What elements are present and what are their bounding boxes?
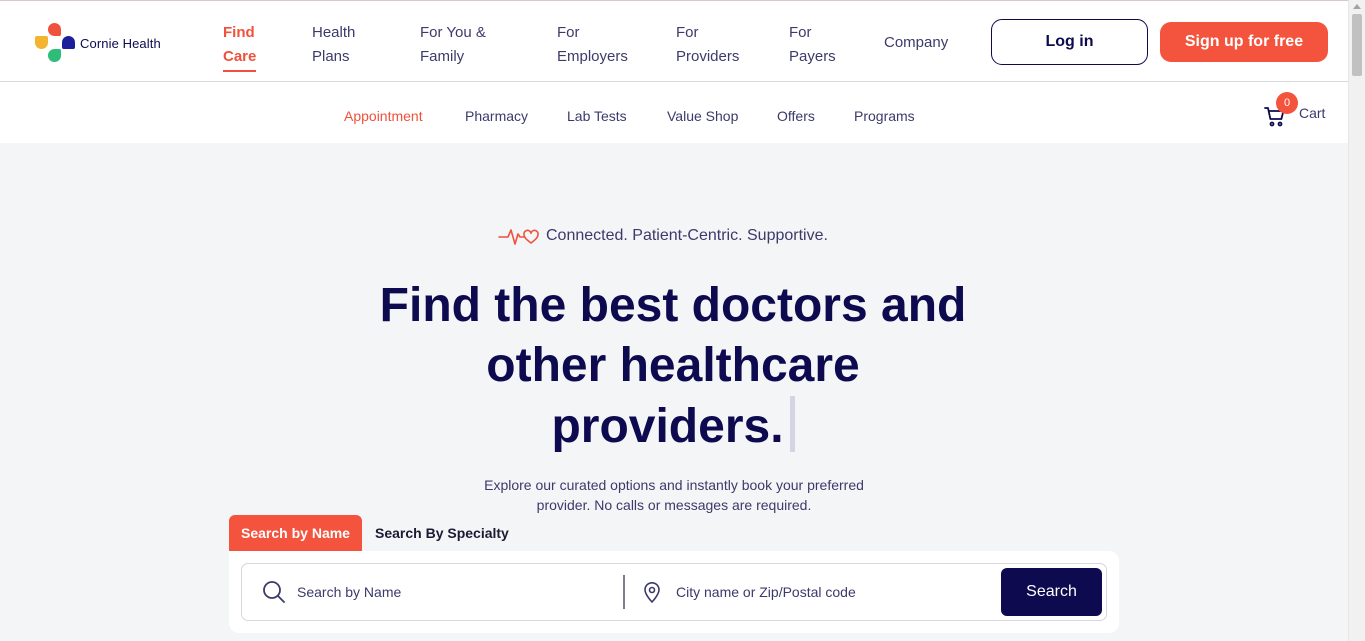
nav-company[interactable]: Company (884, 21, 948, 65)
nav-find-care[interactable]: Find Care (223, 21, 257, 72)
signup-button[interactable]: Sign up for free (1160, 22, 1328, 62)
hero-tagline: Connected. Patient-Centric. Supportive. (498, 224, 828, 248)
subnav-lab-tests[interactable]: Lab Tests (567, 108, 627, 124)
page-scrollbar[interactable] (1348, 0, 1365, 641)
top-navigation-bar: Cornie Health Find Care Health Plans For Y… (0, 0, 1348, 82)
scroll-thumb[interactable] (1352, 14, 1362, 76)
hero-title-line-1: Find the best doctors and (379, 279, 967, 332)
subnav-appointment[interactable]: Appointment (344, 108, 423, 124)
brand-logo[interactable]: Cornie Health (34, 21, 174, 65)
hero-title-line-3: providers. (330, 396, 1016, 457)
subnav-programs[interactable]: Programs (854, 108, 915, 124)
hero-title-line-2: other healthcare (486, 339, 860, 392)
typing-cursor (789, 396, 795, 452)
location-input[interactable] (676, 578, 996, 606)
subnav-value-shop[interactable]: Value Shop (667, 108, 738, 124)
search-button[interactable]: Search (1001, 568, 1102, 616)
nav-for-payers[interactable]: For Payers (789, 21, 836, 69)
nav-for-employers[interactable]: For Employers (557, 21, 628, 69)
search-box: Search (241, 563, 1107, 621)
logo-mark-icon (34, 22, 76, 64)
hero-subtitle: Explore our curated options and instantl… (484, 477, 864, 513)
tab-search-by-name[interactable]: Search by Name (229, 515, 362, 551)
subnav-pharmacy[interactable]: Pharmacy (465, 108, 528, 124)
search-divider (623, 575, 625, 609)
nav-for-you-family[interactable]: For You & Family (420, 21, 486, 69)
sub-navigation-bar: Appointment Pharmacy Lab Tests Value Sho… (0, 82, 1348, 143)
subnav-offers[interactable]: Offers (777, 108, 815, 124)
tab-search-by-specialty[interactable]: Search By Specialty (375, 515, 509, 551)
hero-title: Find the best doctors and other healthca… (330, 276, 1016, 457)
nav-health-plans[interactable]: Health Plans (312, 21, 355, 69)
heartbeat-icon (498, 229, 539, 245)
cart-count-badge: 0 (1276, 92, 1298, 114)
location-pin-icon (644, 582, 660, 604)
tagline-text: Connected. Patient-Centric. Supportive. (546, 227, 828, 244)
nav-for-providers[interactable]: For Providers (676, 21, 739, 69)
search-icon (263, 581, 285, 603)
cart-button[interactable]: 0 Cart (1263, 92, 1333, 130)
name-search-input[interactable] (297, 578, 607, 606)
login-button[interactable]: Log in (991, 19, 1148, 65)
brand-name: Cornie Health (80, 35, 161, 51)
cart-label: Cart (1299, 105, 1326, 121)
scroll-up-arrow-icon[interactable] (1353, 4, 1361, 9)
search-card: Search (229, 551, 1119, 633)
